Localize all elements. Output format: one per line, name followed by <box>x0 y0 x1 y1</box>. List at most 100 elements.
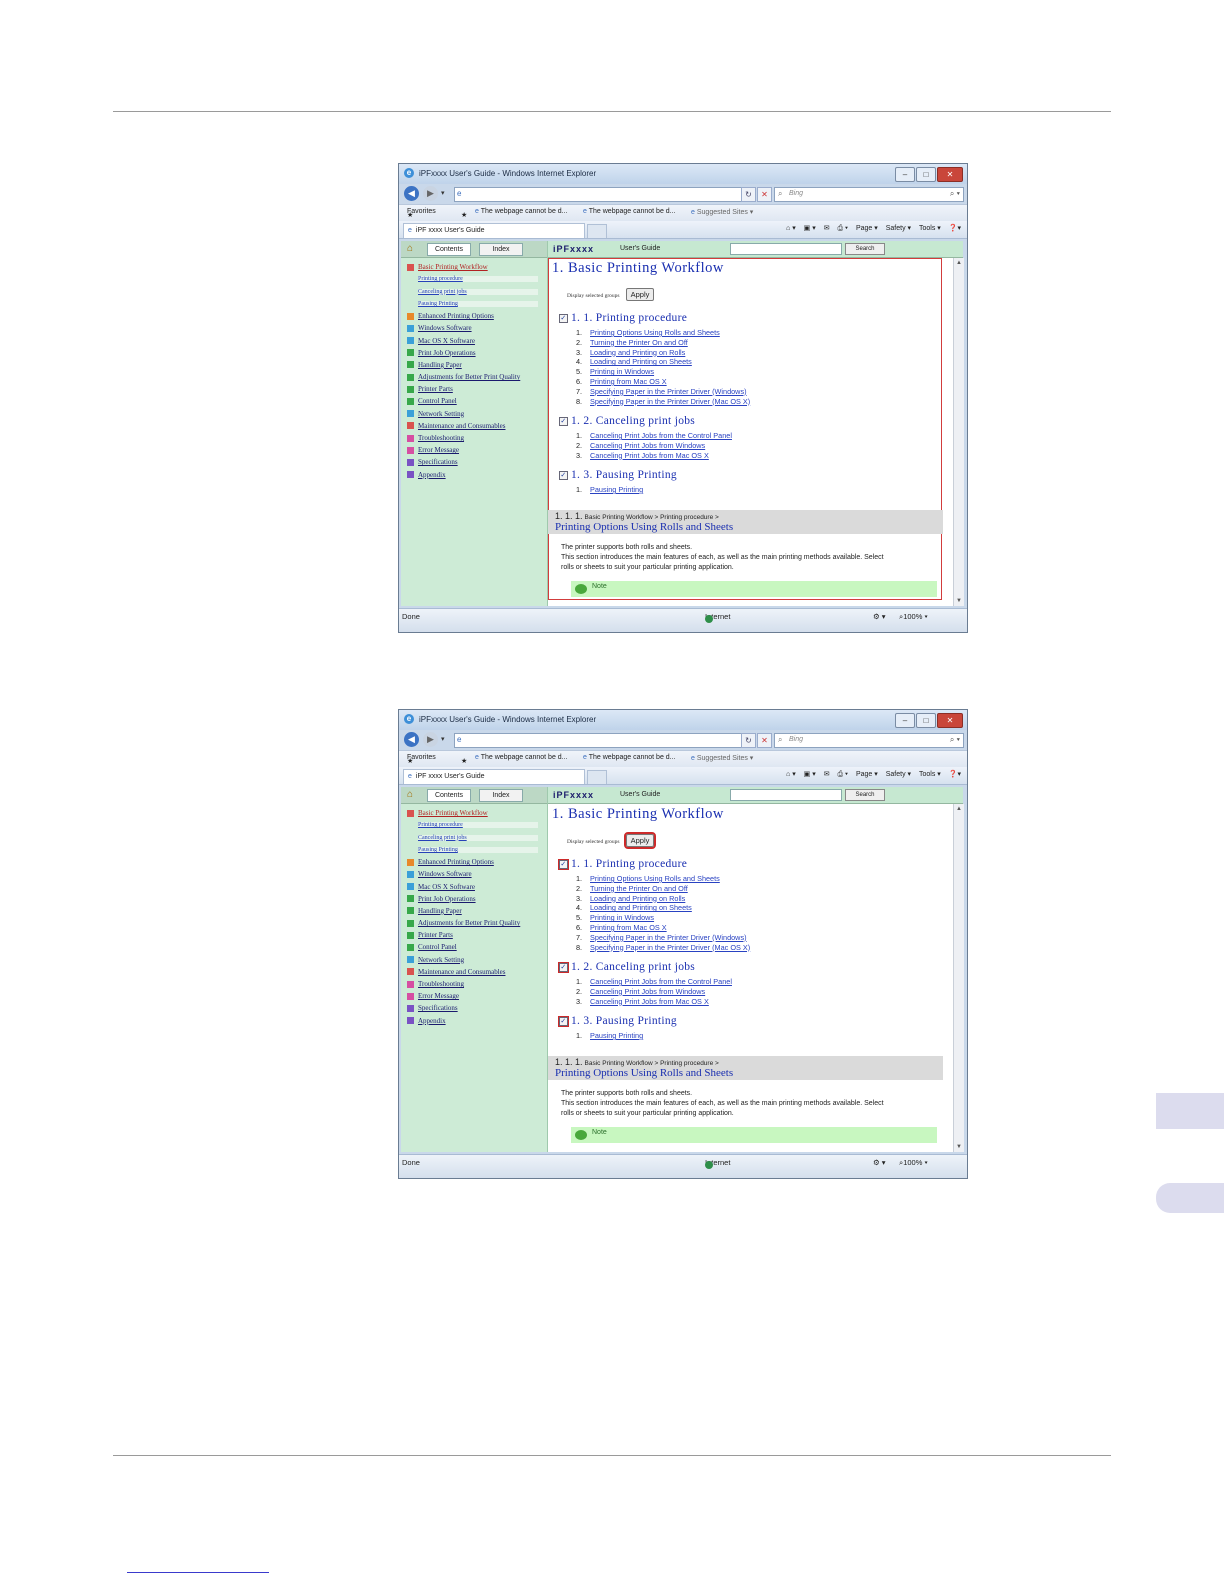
group-checkbox[interactable]: ✓ <box>558 961 569 973</box>
mail-icon[interactable]: ✉ <box>824 225 830 232</box>
nav-item[interactable]: Control Panel <box>401 941 547 953</box>
tab-index[interactable]: Index <box>479 243 523 256</box>
mail-icon[interactable]: ✉ <box>824 771 830 778</box>
home-icon[interactable]: ⌂ ▾ <box>786 225 796 232</box>
group-checkbox[interactable]: ✓ <box>559 470 568 480</box>
maximize-icon[interactable]: □ <box>916 167 936 182</box>
safety-menu[interactable]: Safety ▾ <box>886 225 911 232</box>
topic-link[interactable]: 2. Turning the Printer On and Off <box>576 338 750 348</box>
doc-search-input[interactable] <box>730 243 842 255</box>
nav-item[interactable]: Mac OS X Software <box>401 880 547 892</box>
history-dropdown-icon[interactable]: ▾ <box>441 735 445 743</box>
topic-link[interactable]: 4. Loading and Printing on Sheets <box>576 357 750 367</box>
nav-item[interactable]: Printer Parts <box>401 929 547 941</box>
topic-link[interactable]: 3. Loading and Printing on Rolls <box>576 348 750 358</box>
help-icon[interactable]: ❓▾ <box>949 225 961 232</box>
nav-item[interactable]: Troubleshooting <box>401 978 547 990</box>
refresh-icon[interactable]: ↻ <box>741 187 756 202</box>
search-input[interactable]: ⌕ Bing ⌕ ▾ <box>774 733 964 748</box>
nav-subitem[interactable]: Canceling print jobs <box>401 285 547 297</box>
doc-search-button[interactable]: Search <box>845 243 885 255</box>
nav-item[interactable]: Basic Printing Workflow <box>401 261 547 273</box>
tab-index[interactable]: Index <box>479 789 523 802</box>
nav-item[interactable]: Windows Software <box>401 322 547 334</box>
history-dropdown-icon[interactable]: ▾ <box>441 189 445 197</box>
protected-mode-icon[interactable]: ⚙ ▾ <box>873 612 886 621</box>
address-input[interactable]: e <box>454 187 746 202</box>
nav-subitem[interactable]: Pausing Printing <box>401 844 547 856</box>
nav-item[interactable]: Specifications <box>401 1002 547 1014</box>
search-go-icon[interactable]: ⌕ ▾ <box>950 189 960 199</box>
nav-item[interactable]: Windows Software <box>401 868 547 880</box>
stop-icon[interactable]: ✕ <box>757 187 772 202</box>
topic-link[interactable]: 8. Specifying Paper in the Printer Driver… <box>576 397 750 407</box>
topic-link[interactable]: 5. Printing in Windows <box>576 913 750 923</box>
topic-link[interactable]: 1. Printing Options Using Rolls and Sheet… <box>576 874 750 884</box>
group-checkbox[interactable]: ✓ <box>558 858 569 870</box>
topic-link[interactable]: 2. Canceling Print Jobs from Windows <box>576 987 732 997</box>
close-icon[interactable]: ✕ <box>937 713 963 728</box>
topic-link[interactable]: 7. Specifying Paper in the Printer Driver… <box>576 933 750 943</box>
nav-item[interactable]: Error Message <box>401 990 547 1002</box>
nav-item[interactable]: Adjustments for Better Print Quality <box>401 917 547 929</box>
nav-item[interactable]: Handling Paper <box>401 905 547 917</box>
topic-link[interactable]: 1. Pausing Printing <box>576 485 643 495</box>
nav-item[interactable]: Enhanced Printing Options <box>401 856 547 868</box>
topic-link[interactable]: 2. Turning the Printer On and Off <box>576 884 750 894</box>
zoom-control[interactable]: ⌕100% ▾ <box>899 1158 928 1168</box>
fav-link-suggested[interactable]: e Suggested Sites ▾ <box>691 208 753 216</box>
fav-link-1[interactable]: e The webpage cannot be d... <box>475 754 568 761</box>
safety-menu[interactable]: Safety ▾ <box>886 771 911 778</box>
nav-item[interactable]: Troubleshooting <box>401 432 547 444</box>
fav-link-suggested[interactable]: e Suggested Sites ▾ <box>691 754 753 762</box>
nav-item[interactable]: Print Job Operations <box>401 347 547 359</box>
nav-subitem[interactable]: Printing procedure <box>401 819 547 831</box>
maximize-icon[interactable]: □ <box>916 713 936 728</box>
tab-contents[interactable]: Contents <box>427 243 471 256</box>
nav-item[interactable]: Maintenance and Consumables <box>401 966 547 978</box>
nav-item[interactable]: Specifications <box>401 456 547 468</box>
topic-link[interactable]: 1. Pausing Printing <box>576 1031 643 1041</box>
print-icon[interactable]: ⎙ ▾ <box>838 771 849 778</box>
fav-link-2[interactable]: e The webpage cannot be d... <box>583 754 676 761</box>
minimize-icon[interactable]: – <box>895 713 915 728</box>
scrollbar[interactable]: ▲ ▼ <box>953 804 964 1152</box>
page-menu[interactable]: Page ▾ <box>856 225 878 232</box>
topic-link[interactable]: 6. Printing from Mac OS X <box>576 377 750 387</box>
home-icon[interactable]: ⌂ <box>407 243 413 254</box>
feeds-icon[interactable]: ▣ ▾ <box>804 771 816 778</box>
topic-link[interactable]: 7. Specifying Paper in the Printer Driver… <box>576 387 750 397</box>
group-checkbox[interactable]: ✓ <box>559 313 568 323</box>
topic-link[interactable]: 5. Printing in Windows <box>576 367 750 377</box>
new-tab-button[interactable] <box>587 770 607 784</box>
back-icon[interactable]: ◀ <box>404 732 419 747</box>
fav-link-2[interactable]: e The webpage cannot be d... <box>583 208 676 215</box>
nav-item[interactable]: Mac OS X Software <box>401 334 547 346</box>
doc-search-input[interactable] <box>730 789 842 801</box>
favorites-button[interactable]: ★ Favorites <box>407 754 436 765</box>
nav-item[interactable]: Error Message <box>401 444 547 456</box>
nav-subitem[interactable]: Printing procedure <box>401 273 547 285</box>
topic-link[interactable]: 4. Loading and Printing on Sheets <box>576 903 750 913</box>
home-icon[interactable]: ⌂ ▾ <box>786 771 796 778</box>
topic-link[interactable]: 6. Printing from Mac OS X <box>576 923 750 933</box>
nav-item[interactable]: Appendix <box>401 1015 547 1027</box>
refresh-icon[interactable]: ↻ <box>741 733 756 748</box>
browser-tab[interactable]: e iPF xxxx User's Guide <box>403 223 585 238</box>
tools-menu[interactable]: Tools ▾ <box>919 225 941 232</box>
group-checkbox[interactable]: ✓ <box>558 1015 569 1027</box>
tab-contents[interactable]: Contents <box>427 789 471 802</box>
nav-item[interactable]: Maintenance and Consumables <box>401 420 547 432</box>
browser-tab[interactable]: e iPF xxxx User's Guide <box>403 769 585 784</box>
nav-subitem[interactable]: Canceling print jobs <box>401 831 547 843</box>
nav-item[interactable]: Printer Parts <box>401 383 547 395</box>
back-icon[interactable]: ◀ <box>404 186 419 201</box>
topic-link[interactable]: 8. Specifying Paper in the Printer Driver… <box>576 943 750 953</box>
nav-item[interactable]: Print Job Operations <box>401 893 547 905</box>
apply-button[interactable]: Apply <box>626 288 654 301</box>
fav-link-1[interactable]: e The webpage cannot be d... <box>475 208 568 215</box>
nav-item[interactable]: Enhanced Printing Options <box>401 310 547 322</box>
zoom-control[interactable]: ⌕100% ▾ <box>899 612 928 622</box>
tools-menu[interactable]: Tools ▾ <box>919 771 941 778</box>
nav-item[interactable]: Adjustments for Better Print Quality <box>401 371 547 383</box>
